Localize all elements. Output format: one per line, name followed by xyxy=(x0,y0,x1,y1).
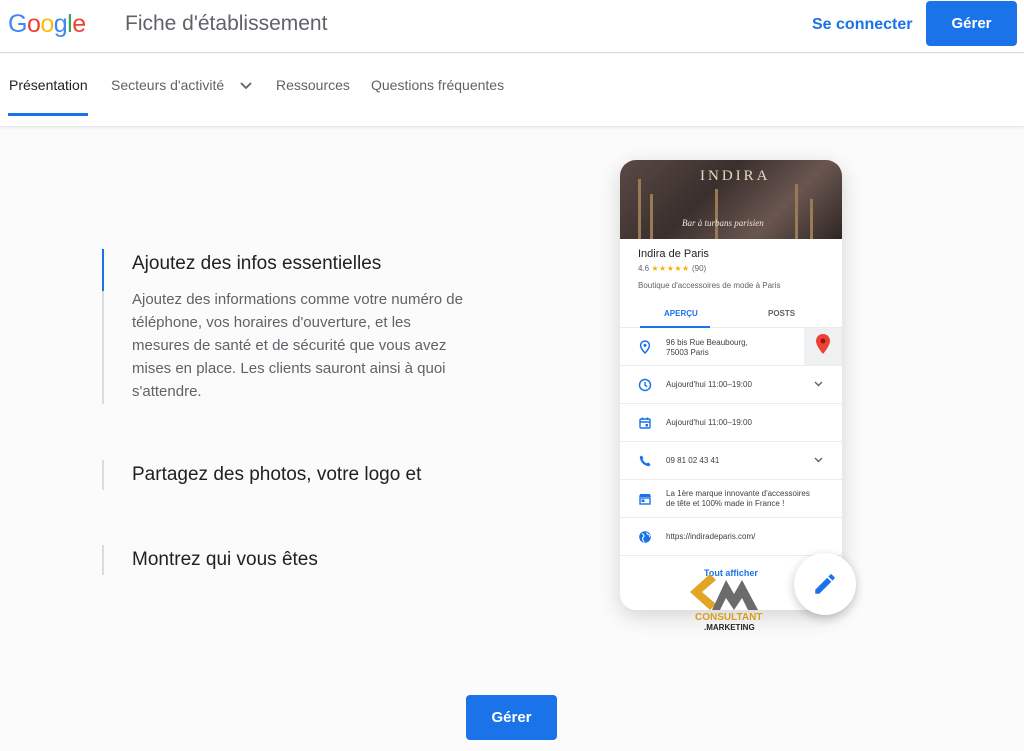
feature-title: Ajoutez des infos essentielles xyxy=(132,253,382,274)
logo-letter: g xyxy=(53,10,68,38)
business-profile-preview: INDIRA Bar à turbans parisien Indira de … xyxy=(620,160,842,610)
feature-show-who[interactable]: Montrez qui vous êtes xyxy=(102,545,502,575)
manage-button[interactable]: Gérer xyxy=(466,695,557,740)
business-hero-photo: INDIRA Bar à turbans parisien xyxy=(620,160,842,239)
globe-icon xyxy=(639,531,651,543)
nav-tab-presentation[interactable]: Présentation xyxy=(9,77,88,93)
watermark-line-1: CONSULTANT xyxy=(695,612,763,623)
special-hours-row[interactable]: Aujourd'hui 11:00–19:00 xyxy=(620,404,842,442)
feature-description: Ajoutez des informations comme votre num… xyxy=(132,291,463,400)
watermark-line-2: .MARKETING xyxy=(704,623,755,632)
hero-script-text: Bar à turbans parisien xyxy=(682,218,764,228)
chevron-down-icon xyxy=(240,82,252,90)
section-nav: Présentation Secteurs d'activité Ressour… xyxy=(0,54,1024,126)
website-link: https://indiradeparis.com/ xyxy=(666,532,756,541)
tab-posts[interactable]: POSTS xyxy=(768,309,795,318)
logo-letter: o xyxy=(26,10,41,38)
logo-letter: o xyxy=(40,10,54,38)
pencil-icon xyxy=(815,574,835,594)
special-hours-text: Aujourd'hui 11:00–19:00 xyxy=(666,418,752,427)
product-title: Fiche d'établissement xyxy=(125,12,328,35)
nav-tab-sectors[interactable]: Secteurs d'activité xyxy=(111,77,252,93)
nav-tab-resources[interactable]: Ressources xyxy=(276,77,350,93)
address-line-2: 75003 Paris xyxy=(666,348,709,357)
star-rating-icon: ★★★★★ xyxy=(651,264,690,273)
hours-row[interactable]: Aujourd'hui 11:00–19:00 xyxy=(620,366,842,404)
active-tab-indicator xyxy=(8,113,88,116)
clock-icon xyxy=(638,378,652,392)
phone-number: 09 81 02 43 41 xyxy=(666,456,720,465)
store-icon xyxy=(639,494,651,505)
chevron-down-icon xyxy=(814,457,823,463)
google-logo[interactable]: Google xyxy=(8,10,86,39)
website-row[interactable]: https://indiradeparis.com/ xyxy=(620,518,842,556)
logo-letter: G xyxy=(8,10,27,38)
nav-tab-faq[interactable]: Questions fréquentes xyxy=(371,77,504,93)
feature-title: Montrez qui vous êtes xyxy=(132,549,318,570)
business-category: Boutique d'accessoires de mode à Paris xyxy=(638,281,781,290)
calendar-icon xyxy=(639,417,651,429)
feature-indicator xyxy=(102,460,104,490)
sign-in-link[interactable]: Se connecter xyxy=(812,16,912,34)
nav-tab-sectors-label: Secteurs d'activité xyxy=(111,77,225,93)
description-line-1: La 1ère marque innovante d'accessoires xyxy=(666,489,810,498)
location-pin-icon xyxy=(639,340,651,354)
description-row[interactable]: La 1ère marque innovante d'accessoires d… xyxy=(620,480,842,518)
manage-button-header[interactable]: Gérer xyxy=(926,1,1017,46)
review-count: (90) xyxy=(691,264,707,273)
tab-overview[interactable]: APERÇU xyxy=(664,309,698,318)
feature-title: Partagez des photos, votre logo et xyxy=(132,464,422,485)
address-row[interactable]: 96 bis Rue Beaubourg, 75003 Paris xyxy=(620,328,842,366)
feature-photos[interactable]: Partagez des photos, votre logo et xyxy=(102,460,502,490)
top-bar: Google Fiche d'établissement Se connecte… xyxy=(0,0,1024,53)
phone-icon xyxy=(639,455,651,467)
business-name: Indira de Paris xyxy=(638,248,709,260)
logo-letter: e xyxy=(72,10,86,38)
consultant-marketing-watermark: CONSULTANT .MARKETING xyxy=(688,572,762,632)
phone-row[interactable]: 09 81 02 43 41 xyxy=(620,442,842,480)
hero-brand-text: INDIRA xyxy=(700,168,771,184)
feature-indicator-active xyxy=(102,249,104,291)
business-rating: 4.6 ★★★★★ (90) xyxy=(638,264,706,273)
description-line-2: de tête et 100% made in France ! xyxy=(666,499,785,508)
card-tabs: APERÇU POSTS xyxy=(620,298,842,328)
rating-value: 4.6 xyxy=(638,264,650,273)
feature-indicator xyxy=(102,291,104,404)
hours-text: Aujourd'hui 11:00–19:00 xyxy=(666,380,752,389)
edit-fab-button[interactable] xyxy=(794,553,856,615)
address-line-1: 96 bis Rue Beaubourg, xyxy=(666,338,748,347)
feature-essential-info[interactable]: Ajoutez des infos essentielles Ajoutez d… xyxy=(102,249,502,404)
chevron-down-icon xyxy=(814,381,823,387)
watermark-logo-icon xyxy=(690,574,758,610)
feature-indicator xyxy=(102,545,104,575)
